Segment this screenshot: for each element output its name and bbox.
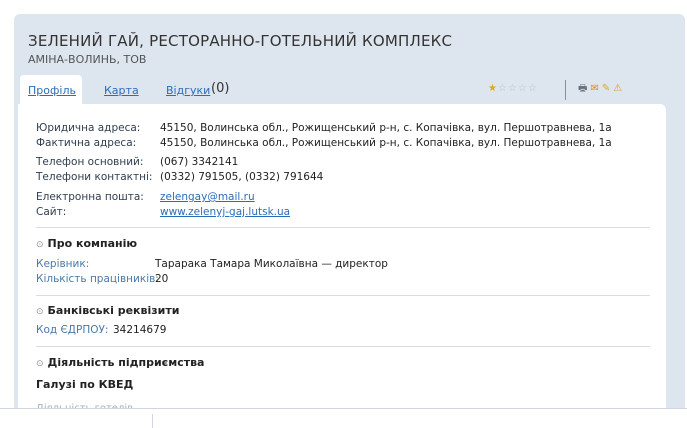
toolbar: 🖶 ✉ ✎ ⚠ (578, 81, 625, 98)
site-label: Сайт: (36, 206, 67, 218)
print-icon[interactable]: 🖶 (578, 83, 587, 94)
edit-icon[interactable]: ✎ (602, 83, 610, 94)
actual-address-label: Фактична адреса: (36, 137, 137, 149)
mail-icon[interactable]: ✉ (590, 83, 598, 94)
section-about-title: Про компанію (47, 237, 138, 250)
rating-stars[interactable]: ★☆☆☆☆ (488, 83, 538, 94)
reviews-count: (0) (211, 81, 230, 96)
toolbar-divider (565, 80, 566, 100)
section-about[interactable]: ⊙ Про компанію (36, 237, 137, 250)
head-value: Тарарака Тамара Миколаївна — директор (155, 258, 388, 270)
bottom-strip (0, 408, 687, 428)
warning-icon[interactable]: ⚠ (613, 83, 622, 94)
company-subtitle: АМІНА-ВОЛИНЬ, ТОВ (28, 53, 147, 66)
site-link[interactable]: www.zelenyj-gaj.lutsk.ua (160, 206, 290, 218)
section-divider (36, 346, 650, 347)
edrpou-value: 34214679 (113, 324, 167, 336)
section-toggle-icon[interactable]: ⊙ (36, 240, 44, 250)
tab-map[interactable]: Карта (104, 84, 139, 97)
star-icon[interactable]: ★ (488, 83, 498, 94)
star-icon[interactable]: ☆ (498, 83, 508, 94)
section-divider (36, 295, 650, 296)
employees-value: 20 (155, 273, 169, 285)
section-toggle-icon[interactable]: ⊙ (36, 307, 44, 317)
phones-contact-label: Телефони контактні: (36, 171, 153, 183)
company-title: ЗЕЛЕНИЙ ГАЙ, РЕСТОРАННО-ГОТЕЛЬНИЙ КОМПЛЕ… (28, 32, 453, 50)
kved-title: Галузі по КВЕД (36, 378, 134, 391)
section-bank[interactable]: ⊙ Банківські реквізити (36, 304, 179, 317)
email-link[interactable]: zelengay@mail.ru (160, 191, 255, 203)
section-toggle-icon[interactable]: ⊙ (36, 359, 44, 369)
section-bank-title: Банківські реквізити (47, 304, 180, 317)
email-label: Електронна пошта: (36, 191, 144, 203)
edrpou-label: Код ЄДРПОУ: (36, 324, 109, 336)
phone-main-label: Телефон основний: (36, 156, 144, 168)
bottom-divider (152, 414, 153, 428)
star-icon[interactable]: ☆ (528, 83, 538, 94)
section-divider (36, 227, 650, 228)
tab-profile-label[interactable]: Профіль (28, 84, 76, 97)
phones-contact-value: (0332) 791505, (0332) 791644 (160, 171, 324, 183)
legal-address-label: Юридична адреса: (36, 122, 141, 134)
star-icon[interactable]: ☆ (518, 83, 528, 94)
star-icon[interactable]: ☆ (508, 83, 518, 94)
phone-main-value: (067) 3342141 (160, 156, 239, 168)
section-activity[interactable]: ⊙ Діяльність підприємства (36, 356, 204, 369)
actual-address-value: 45150, Волинська обл., Рожищенський р-н,… (160, 137, 612, 149)
section-activity-title: Діяльність підприємства (47, 356, 205, 369)
employees-label: Кількість працівників: (36, 273, 159, 285)
head-label: Керівник: (36, 258, 90, 270)
tab-reviews[interactable]: Відгуки (166, 84, 210, 97)
legal-address-value: 45150, Волинська обл., Рожищенський р-н,… (160, 122, 612, 134)
tab-profile[interactable]: Профіль (20, 75, 82, 105)
